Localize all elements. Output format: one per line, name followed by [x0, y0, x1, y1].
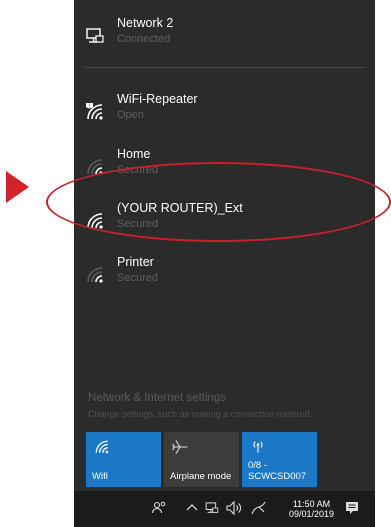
network-name: Network 2: [117, 16, 174, 30]
network-name: Home: [117, 147, 151, 161]
wifi-icon: [95, 440, 109, 454]
network-item-network-2[interactable]: Network 2 Connected: [74, 15, 375, 59]
wifi-toggle-button[interactable]: Wifi: [86, 432, 161, 487]
network-name: Printer: [117, 255, 154, 269]
divider: [85, 67, 364, 68]
wifi-toggle-label: Wifi: [92, 471, 108, 482]
hotspot-icon: [253, 441, 263, 453]
mobile-hotspot-label: 0/8 - SCWCSD007: [248, 460, 306, 482]
hotspot-count: 0/8 -: [248, 460, 268, 471]
svg-text:!: !: [89, 104, 90, 110]
highlight-ellipse: [46, 162, 391, 242]
clock-date: 09/01/2019: [288, 509, 335, 519]
airplane-mode-label: Airplane mode: [170, 471, 232, 482]
wifi-secured-icon: [87, 267, 103, 283]
airplane-icon: [172, 440, 188, 454]
people-icon[interactable]: [151, 499, 167, 515]
network-ethernet-icon[interactable]: [204, 500, 220, 516]
network-name: WiFi-Repeater: [117, 92, 198, 106]
wifi-open-icon: !: [86, 103, 103, 120]
system-clock[interactable]: 11:50 AM 09/01/2019: [284, 499, 339, 519]
action-center-icon[interactable]: [345, 501, 359, 515]
hotspot-name: SCWCSD007: [248, 471, 307, 482]
network-flyout: Network 2 Connected ! WiFi-Repeater Open…: [74, 0, 375, 527]
taskbar: 11:50 AM 09/01/2019: [74, 491, 375, 527]
network-status: Connected: [117, 33, 171, 45]
airplane-mode-button[interactable]: Airplane mode: [164, 432, 239, 487]
red-arrow-marker: [6, 171, 29, 203]
network-status: Secured: [117, 272, 158, 284]
network-status: Open: [117, 109, 144, 121]
clock-time: 11:50 AM: [292, 499, 331, 509]
volume-icon[interactable]: [225, 500, 243, 516]
network-settings-description: Change settings, such as making a connec…: [88, 409, 313, 419]
network-item-wifi-repeater[interactable]: ! WiFi-Repeater Open: [74, 91, 375, 135]
chevron-up-icon[interactable]: [186, 502, 198, 512]
ethernet-icon: [86, 28, 104, 43]
network-item-printer[interactable]: Printer Secured: [74, 254, 375, 298]
mobile-hotspot-button[interactable]: 0/8 - SCWCSD007: [242, 432, 317, 487]
pen-ink-icon[interactable]: [250, 499, 268, 517]
network-settings-link[interactable]: Network & Internet settings: [88, 392, 226, 404]
